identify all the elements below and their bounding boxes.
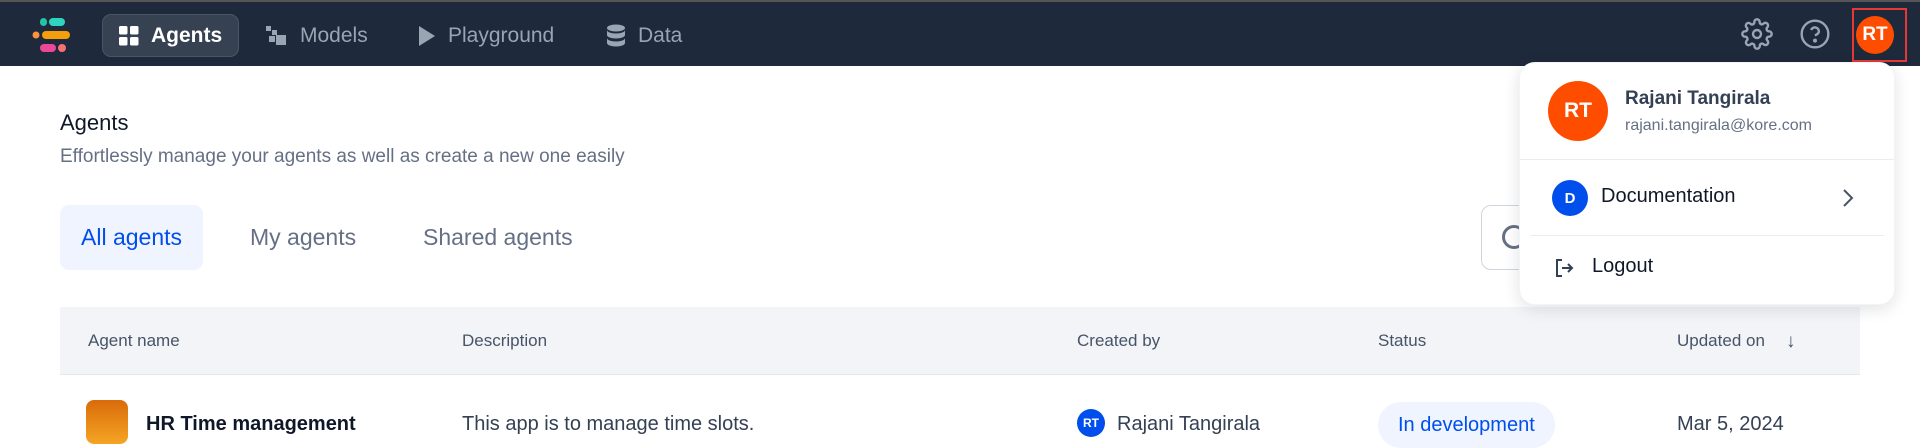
nav-label: Agents (151, 23, 223, 47)
app-logo[interactable] (30, 16, 72, 54)
creator-name: Rajani Tangirala (1117, 413, 1261, 435)
avatar-highlight-box (1852, 8, 1907, 62)
database-icon (607, 24, 625, 46)
column-description[interactable]: Description (462, 331, 547, 351)
tab-shared-agents[interactable]: Shared agents (402, 205, 594, 270)
tab-all-agents[interactable]: All agents (60, 205, 204, 270)
logout-menu-item[interactable]: Logout (1520, 243, 1894, 293)
documentation-icon: D (1552, 180, 1588, 216)
agent-description: This app is to manage time slots. (462, 413, 755, 435)
logout-label: Logout (1592, 255, 1654, 277)
documentation-menu-item[interactable]: D Documentation (1520, 173, 1894, 223)
nav-label: Playground (448, 23, 555, 47)
gear-icon[interactable] (1741, 18, 1773, 50)
tab-my-agents[interactable]: My agents (229, 205, 377, 270)
user-menu-avatar: RT (1548, 81, 1608, 141)
column-agent-name[interactable]: Agent name (88, 331, 180, 351)
nav-label: Models (300, 23, 368, 47)
nav-agents[interactable]: Agents (102, 14, 240, 57)
column-status[interactable]: Status (1378, 331, 1426, 351)
divider (1520, 159, 1894, 160)
nav-models[interactable]: Models (250, 14, 384, 57)
page-subtitle: Effortlessly manage your agents as well … (60, 146, 625, 167)
help-icon[interactable] (1799, 18, 1831, 50)
creator-avatar: RT (1077, 409, 1105, 437)
user-email: rajani.tangirala@kore.com (1625, 117, 1812, 134)
agent-name[interactable]: HR Time management (146, 413, 356, 436)
sort-arrow-down-icon[interactable]: ↓ (1786, 331, 1796, 353)
user-menu-dropdown: RT Rajani Tangirala rajani.tangirala@kor… (1519, 62, 1895, 305)
models-icon (266, 25, 286, 45)
column-updated-on[interactable]: Updated on (1677, 331, 1765, 351)
play-icon (419, 25, 435, 46)
chevron-right-icon (1843, 189, 1854, 207)
divider (1530, 235, 1884, 236)
table-header: Agent name Description Created by Status… (60, 307, 1860, 375)
updated-date: Mar 5, 2024 (1677, 413, 1784, 435)
column-created-by[interactable]: Created by (1077, 331, 1160, 351)
nav-data[interactable]: Data (590, 14, 698, 57)
documentation-label: Documentation (1601, 185, 1736, 207)
agent-icon (86, 400, 128, 444)
top-nav: Agents Models Playground Data RT (0, 0, 1920, 66)
user-name: Rajani Tangirala (1625, 88, 1771, 109)
table-row[interactable]: HR Time management This app is to manage… (60, 376, 1860, 448)
grid-icon (119, 25, 139, 45)
nav-label: Data (638, 23, 683, 47)
logout-icon (1556, 259, 1574, 277)
status-badge: In development (1378, 402, 1555, 448)
page-title: Agents (60, 110, 129, 135)
nav-playground[interactable]: Playground (402, 14, 570, 57)
